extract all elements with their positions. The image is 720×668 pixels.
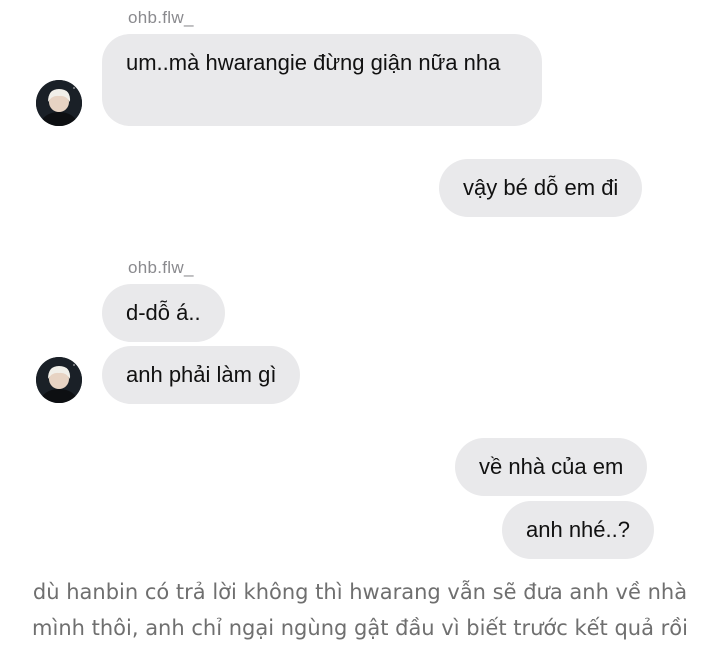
- outgoing-message-bubble[interactable]: anh nhé..?: [502, 501, 654, 559]
- incoming-message-bubble[interactable]: d-dỗ á..: [102, 284, 225, 342]
- message-text: anh nhé..?: [526, 517, 630, 542]
- message-text: anh phải làm gì: [126, 362, 277, 387]
- profile-picture-icon: [36, 357, 82, 403]
- caption-line: mình thôi, anh chỉ ngại ngùng gật đầu vì…: [32, 616, 688, 640]
- incoming-message-bubble[interactable]: um..mà hwarangie đừng giận nữa nha: [102, 34, 542, 126]
- profile-picture-icon: [36, 80, 82, 126]
- caption-line: dù hanbin có trả lời không thì hwarang v…: [32, 580, 688, 604]
- message-text: về nhà của em: [479, 454, 624, 479]
- message-text: vậy bé dỗ em đi: [463, 175, 619, 200]
- outgoing-message-bubble[interactable]: về nhà của em: [455, 438, 648, 496]
- outgoing-message-bubble[interactable]: vậy bé dỗ em đi: [439, 159, 643, 217]
- message-text: d-dỗ á..: [126, 300, 201, 325]
- message-text: um..mà hwarangie đừng giận nữa nha: [126, 50, 501, 75]
- incoming-message-bubble[interactable]: anh phải làm gì: [102, 346, 301, 404]
- story-caption: dù hanbin có trả lời không thì hwarang v…: [0, 574, 720, 646]
- avatar[interactable]: [36, 357, 82, 403]
- sender-name: ohb.flw_: [128, 258, 194, 277]
- avatar[interactable]: [36, 80, 82, 126]
- sender-name: ohb.flw_: [128, 8, 194, 27]
